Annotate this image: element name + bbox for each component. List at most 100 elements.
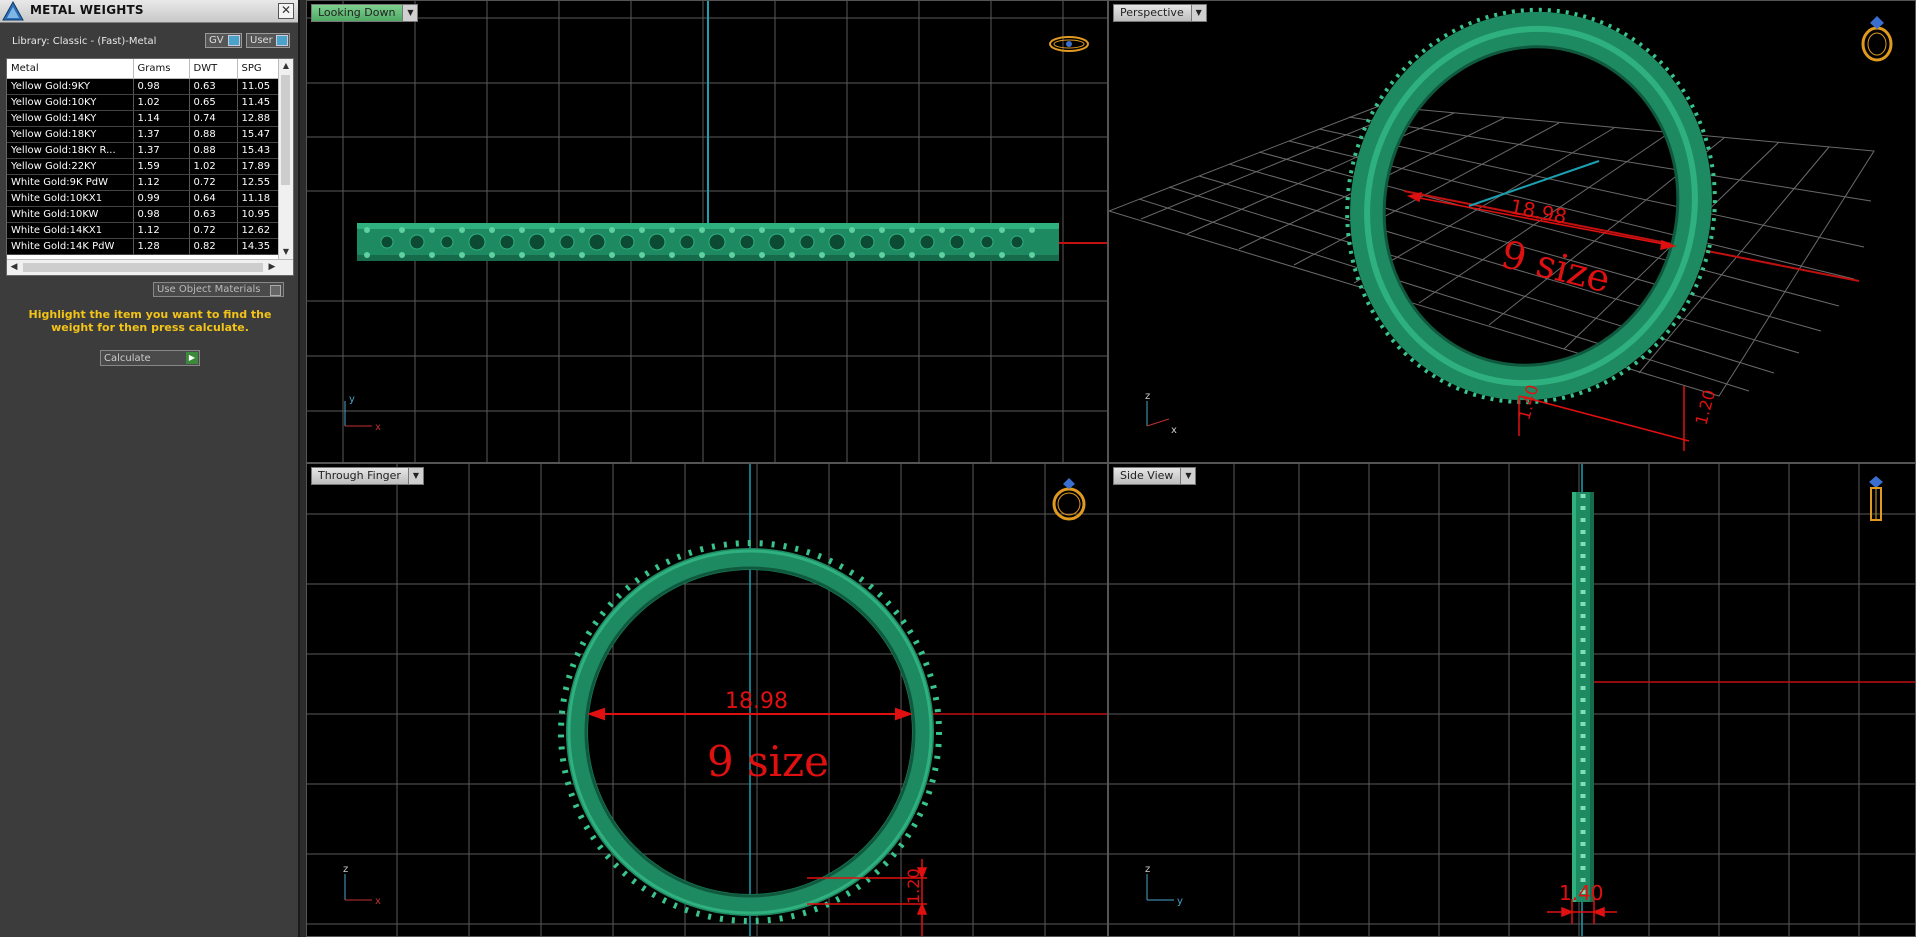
chevron-down-icon: ▼ (407, 468, 423, 484)
scroll-thumb[interactable] (281, 75, 290, 185)
axis-label-x: x (1171, 425, 1177, 436)
ring-front-orientation-icon[interactable] (1049, 474, 1089, 524)
column-header-spg[interactable]: SPG (237, 59, 280, 79)
cell-dwt: 0.64 (189, 190, 238, 207)
viewport-side-view[interactable]: 1.40 z y Side View ▼ (1108, 463, 1916, 937)
viewport-label: Side View (1120, 469, 1174, 482)
table-row[interactable]: White Gold:14K PdW 1.28 0.82 14.35 (7, 238, 280, 255)
cell-grams: 1.59 (133, 158, 190, 175)
side-view-canvas: 1.40 z y (1109, 464, 1915, 936)
table-row[interactable]: Yellow Gold:22KY 1.59 1.02 17.89 (7, 158, 280, 175)
viewport-dropdown-looking-down[interactable]: Looking Down ▼ (311, 4, 419, 22)
cell-metal: Yellow Gold:18KY R... (7, 142, 134, 159)
close-icon[interactable]: ✕ (278, 3, 294, 19)
dimension-height-label: 1.20 (904, 868, 923, 904)
cell-spg: 15.47 (237, 126, 280, 143)
table-header-row: Metal Grams DWT SPG (7, 59, 280, 79)
axis-label-z: z (1145, 391, 1150, 402)
calculate-label: Calculate (104, 353, 151, 364)
cell-grams: 1.37 (133, 126, 190, 143)
table-row[interactable]: Yellow Gold:18KY 1.37 0.88 15.47 (7, 126, 280, 143)
perspective-canvas: 18.98 9 size 1.40 1.20 z x (1109, 7, 1875, 451)
viewport-dropdown-side-view[interactable]: Side View ▼ (1113, 467, 1197, 485)
ring-side-view (1572, 492, 1594, 902)
column-header-metal[interactable]: Metal (7, 59, 134, 79)
viewport-through-finger[interactable]: 18.98 9 size 1.20 z x Through Finger ▼ (306, 463, 1108, 937)
cell-spg: 14.35 (237, 238, 280, 255)
ring-perspective-orientation-icon[interactable] (1857, 13, 1897, 63)
table-row[interactable]: Yellow Gold:14KY 1.14 0.74 12.88 (7, 110, 280, 127)
scroll-left-icon[interactable]: ◀ (7, 260, 21, 275)
user-toggle-label: User (250, 35, 273, 46)
table-row[interactable]: Yellow Gold:18KY R... 1.37 0.88 15.43 (7, 142, 280, 159)
cell-metal: White Gold:10KX1 (7, 190, 134, 207)
table-row[interactable]: White Gold:14KX1 1.12 0.72 12.62 (7, 222, 280, 239)
use-object-materials-label: Use Object Materials (157, 284, 261, 295)
axis-indicator: y x (344, 394, 381, 433)
dimension-width-label: 18.98 (725, 689, 788, 714)
gv-toggle[interactable]: GV (205, 33, 242, 48)
viewport-label: Looking Down (318, 6, 396, 19)
cell-metal: White Gold:14KX1 (7, 222, 134, 239)
viewport-looking-down[interactable]: y x Looking Down ▼ (306, 0, 1108, 463)
scroll-down-icon[interactable]: ▼ (279, 245, 293, 259)
metal-weights-table[interactable]: Metal Grams DWT SPG Yellow Gold:9KY 0.98 0… (6, 58, 294, 276)
axis-indicator: z x (1145, 391, 1177, 436)
checkbox-icon (270, 285, 281, 296)
cell-grams: 1.02 (133, 94, 190, 111)
table-row[interactable]: Yellow Gold:10KY 1.02 0.65 11.45 (7, 94, 280, 111)
table-row[interactable]: Yellow Gold:9KY 0.98 0.63 11.05 (7, 78, 280, 95)
calculate-button[interactable]: Calculate ▶ (100, 350, 200, 366)
cell-spg: 12.62 (237, 222, 280, 239)
scroll-thumb[interactable] (23, 263, 263, 272)
chevron-down-icon: ▼ (1190, 5, 1206, 21)
gv-toggle-label: GV (209, 35, 224, 46)
user-toggle[interactable]: User (246, 33, 290, 48)
cell-spg: 11.05 (237, 78, 280, 95)
viewport-label: Through Finger (318, 469, 401, 482)
cell-metal: Yellow Gold:22KY (7, 158, 134, 175)
panel-title: METAL WEIGHTS (30, 3, 144, 17)
table-horizontal-scrollbar[interactable]: ◀ ▶ (7, 259, 293, 275)
dimension-thickness-label: 1.40 (1559, 881, 1604, 905)
cell-dwt: 0.88 (189, 142, 238, 159)
axis-label-y: y (349, 394, 355, 405)
viewport-perspective[interactable]: 18.98 9 size 1.40 1.20 z x Perspective ▼ (1108, 0, 1916, 463)
cell-dwt: 0.74 (189, 110, 238, 127)
cell-spg: 17.89 (237, 158, 280, 175)
scroll-right-icon[interactable]: ▶ (265, 260, 279, 275)
cell-spg: 12.55 (237, 174, 280, 191)
axis-label-y: y (1177, 896, 1183, 907)
ring-side-orientation-icon[interactable] (1861, 472, 1891, 526)
axis-label-z: z (343, 864, 348, 875)
cell-metal: Yellow Gold:9KY (7, 78, 134, 95)
cell-dwt: 0.63 (189, 78, 238, 95)
top-view-canvas: y x (307, 1, 1107, 462)
panel-titlebar[interactable]: METAL WEIGHTS ✕ (0, 0, 298, 23)
cell-grams: 1.12 (133, 174, 190, 191)
table-row[interactable]: White Gold:9K PdW 1.12 0.72 12.55 (7, 174, 280, 191)
column-header-grams[interactable]: Grams (133, 59, 190, 79)
axis-indicator: z y (1145, 864, 1183, 907)
use-object-materials-checkbox[interactable]: Use Object Materials (153, 282, 284, 297)
cell-metal: Yellow Gold:10KY (7, 94, 134, 111)
cell-grams: 1.28 (133, 238, 190, 255)
cell-dwt: 1.02 (189, 158, 238, 175)
scroll-up-icon[interactable]: ▲ (279, 59, 293, 73)
viewport-dropdown-perspective[interactable]: Perspective ▼ (1113, 4, 1207, 22)
grid (1109, 464, 1915, 936)
ring-top-orientation-icon[interactable] (1047, 31, 1091, 57)
matrix-logo-icon (2, 1, 24, 21)
axis-label-x: x (375, 896, 381, 907)
table-row[interactable]: White Gold:10KW 0.98 0.63 10.95 (7, 206, 280, 223)
column-header-dwt[interactable]: DWT (189, 59, 238, 79)
cell-grams: 1.12 (133, 222, 190, 239)
cell-grams: 1.37 (133, 142, 190, 159)
cell-metal: White Gold:9K PdW (7, 174, 134, 191)
cell-spg: 12.88 (237, 110, 280, 127)
viewport-dropdown-through-finger[interactable]: Through Finger ▼ (311, 467, 424, 485)
cell-spg: 15.43 (237, 142, 280, 159)
table-row[interactable]: White Gold:10KX1 0.99 0.64 11.18 (7, 190, 280, 207)
table-vertical-scrollbar[interactable]: ▲ ▼ (278, 59, 293, 259)
cell-grams: 1.14 (133, 110, 190, 127)
